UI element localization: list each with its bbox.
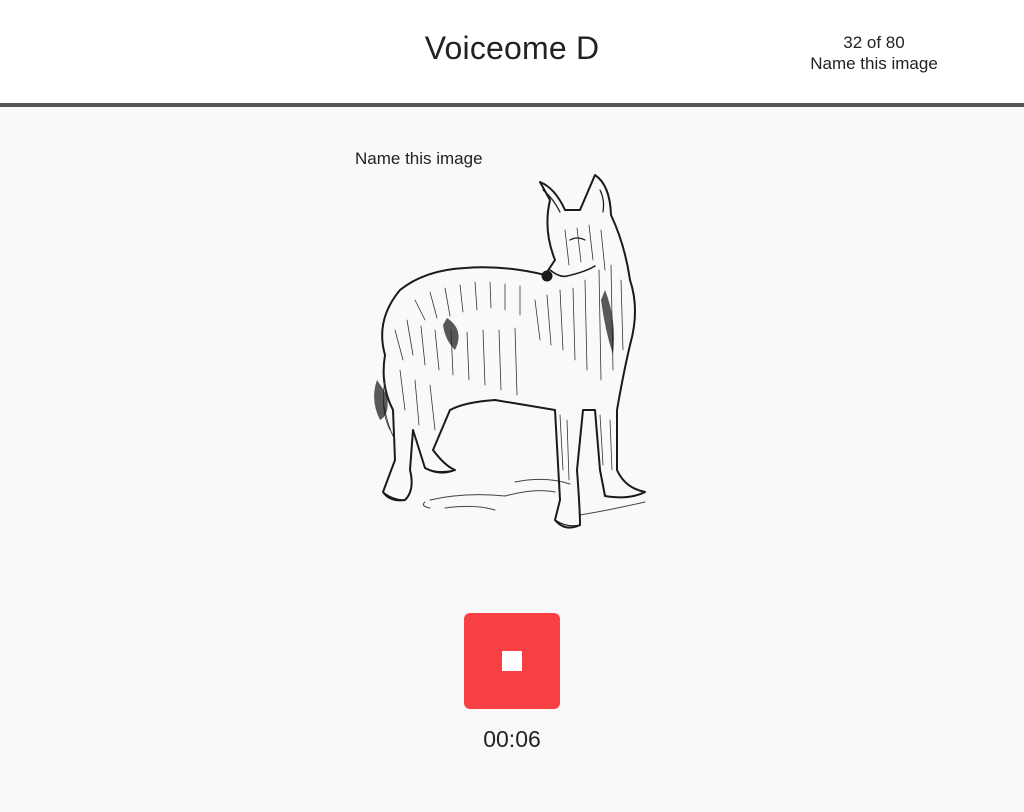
prompt-label: Name this image (355, 149, 483, 168)
stop-icon (502, 651, 522, 671)
wolf-image (355, 170, 670, 535)
app-header: Voiceome D 32 of 80 Name this image (0, 0, 1024, 107)
progress-info: 32 of 80 Name this image (774, 32, 974, 74)
recording-timer: 00:06 (483, 726, 541, 752)
progress-counter: 32 of 80 (843, 33, 905, 52)
stop-recording-button[interactable] (464, 613, 560, 709)
task-name: Name this image (810, 54, 938, 73)
